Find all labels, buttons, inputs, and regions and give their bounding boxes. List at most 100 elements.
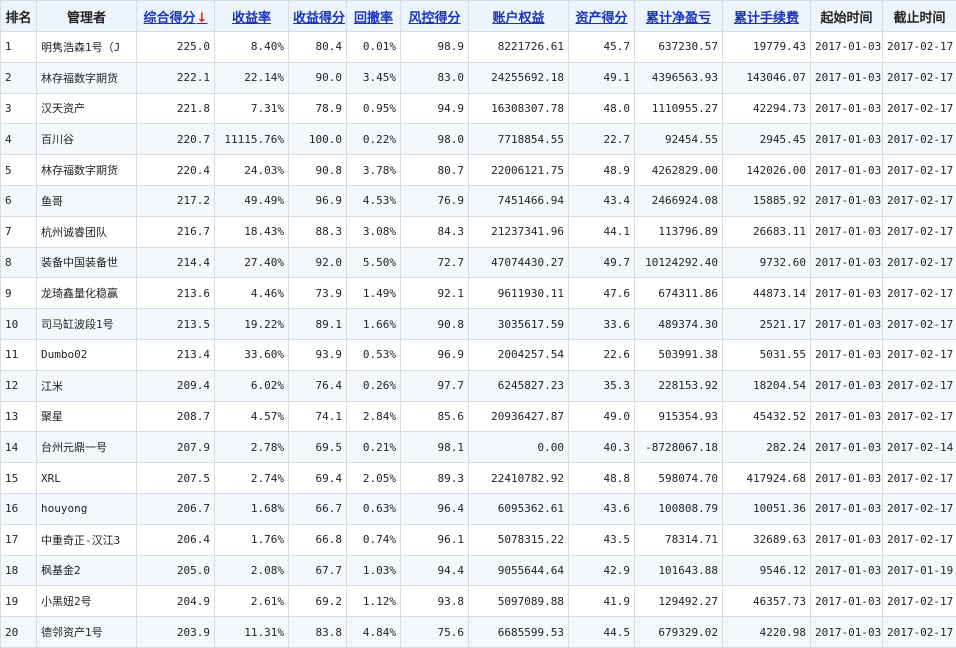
fees-cell: 44873.14: [723, 278, 811, 309]
net-profit-cell: 489374.30: [635, 309, 723, 340]
col-header-equity[interactable]: 账户权益: [469, 1, 569, 32]
end-date-cell: 2017-02-17: [883, 401, 956, 432]
drawdown-cell: 0.53%: [347, 339, 401, 370]
rank-cell: 14: [1, 432, 37, 463]
yield-score-cell: 78.9: [289, 93, 347, 124]
col-header-net-profit[interactable]: 累计净盈亏: [635, 1, 723, 32]
manager-cell: 鱼哥: [37, 185, 137, 216]
drawdown-cell: 0.21%: [347, 432, 401, 463]
table-row: 15XRL207.52.74%69.42.05%89.322410782.924…: [1, 463, 956, 494]
table-row: 3汉天资产221.87.31%78.90.95%94.916308307.784…: [1, 93, 956, 124]
asset-score-cell: 48.9: [569, 155, 635, 186]
end-date-cell: 2017-02-17: [883, 93, 956, 124]
fees-cell: 2945.45: [723, 124, 811, 155]
yield-cell: 1.76%: [215, 524, 289, 555]
col-header-asset-score[interactable]: 资产得分: [569, 1, 635, 32]
net-profit-cell: 100808.79: [635, 493, 723, 524]
net-profit-cell: 92454.55: [635, 124, 723, 155]
yield-cell: 2.08%: [215, 555, 289, 586]
total-score-cell: 206.4: [137, 524, 215, 555]
end-date-cell: 2017-02-17: [883, 278, 956, 309]
net-profit-cell: -8728067.18: [635, 432, 723, 463]
asset-score-cell: 42.9: [569, 555, 635, 586]
table-row: 2林存福数字期货222.122.14%90.03.45%83.024255692…: [1, 62, 956, 93]
equity-cell: 47074430.27: [469, 247, 569, 278]
fees-cell: 4220.98: [723, 617, 811, 648]
asset-score-cell: 48.8: [569, 463, 635, 494]
fees-cell: 19779.43: [723, 32, 811, 63]
drawdown-cell: 0.01%: [347, 32, 401, 63]
col-header-drawdown[interactable]: 回撤率: [347, 1, 401, 32]
manager-cell: 中重奇正-汉江3: [37, 524, 137, 555]
manager-cell: 汉天资产: [37, 93, 137, 124]
rank-cell: 13: [1, 401, 37, 432]
col-header-risk-score[interactable]: 风控得分: [401, 1, 469, 32]
manager-cell: 林存福数字期货: [37, 62, 137, 93]
equity-cell: 22006121.75: [469, 155, 569, 186]
rank-cell: 11: [1, 339, 37, 370]
drawdown-cell: 4.84%: [347, 617, 401, 648]
end-date-cell: 2017-02-17: [883, 463, 956, 494]
fees-cell: 45432.52: [723, 401, 811, 432]
equity-cell: 5097089.88: [469, 586, 569, 617]
risk-score-cell: 85.6: [401, 401, 469, 432]
risk-score-cell: 92.1: [401, 278, 469, 309]
net-profit-cell: 78314.71: [635, 524, 723, 555]
end-date-cell: 2017-02-17: [883, 155, 956, 186]
rank-cell: 19: [1, 586, 37, 617]
table-row: 19小黑妞2号204.92.61%69.21.12%93.85097089.88…: [1, 586, 956, 617]
table-row: 9龙琦鑫量化稳赢213.64.46%73.91.49%92.19611930.1…: [1, 278, 956, 309]
start-date-cell: 2017-01-03: [811, 32, 883, 63]
start-date-cell: 2017-01-03: [811, 555, 883, 586]
fees-cell: 282.24: [723, 432, 811, 463]
yield-cell: 2.61%: [215, 586, 289, 617]
asset-score-cell: 22.7: [569, 124, 635, 155]
yield-score-cell: 96.9: [289, 185, 347, 216]
start-date-cell: 2017-01-03: [811, 432, 883, 463]
risk-score-cell: 94.9: [401, 93, 469, 124]
yield-score-cell: 66.7: [289, 493, 347, 524]
table-row: 10司马缸波段1号213.519.22%89.11.66%90.83035617…: [1, 309, 956, 340]
table-row: 5林存福数字期货220.424.03%90.83.78%80.722006121…: [1, 155, 956, 186]
col-header-yield-score[interactable]: 收益得分: [289, 1, 347, 32]
yield-score-cell: 90.0: [289, 62, 347, 93]
end-date-cell: 2017-02-14: [883, 432, 956, 463]
drawdown-cell: 3.08%: [347, 216, 401, 247]
total-score-cell: 217.2: [137, 185, 215, 216]
rank-cell: 12: [1, 370, 37, 401]
col-header-yield[interactable]: 收益率: [215, 1, 289, 32]
table-row: 12江米209.46.02%76.40.26%97.76245827.2335.…: [1, 370, 956, 401]
rank-cell: 9: [1, 278, 37, 309]
yield-cell: 6.02%: [215, 370, 289, 401]
net-profit-cell: 503991.38: [635, 339, 723, 370]
rank-cell: 4: [1, 124, 37, 155]
start-date-cell: 2017-01-03: [811, 309, 883, 340]
yield-cell: 4.57%: [215, 401, 289, 432]
col-header-total-score-label: 综合得分: [144, 11, 196, 26]
start-date-cell: 2017-01-03: [811, 370, 883, 401]
asset-score-cell: 40.3: [569, 432, 635, 463]
rank-cell: 16: [1, 493, 37, 524]
equity-cell: 9611930.11: [469, 278, 569, 309]
col-header-fees[interactable]: 累计手续费: [723, 1, 811, 32]
table-row: 8装备中国装备世214.427.40%92.05.50%72.747074430…: [1, 247, 956, 278]
col-header-total-score[interactable]: 综合得分↓: [137, 1, 215, 32]
yield-score-cell: 73.9: [289, 278, 347, 309]
total-score-cell: 207.5: [137, 463, 215, 494]
manager-cell: 司马缸波段1号: [37, 309, 137, 340]
total-score-cell: 220.4: [137, 155, 215, 186]
fees-cell: 5031.55: [723, 339, 811, 370]
risk-score-cell: 97.7: [401, 370, 469, 401]
rank-cell: 17: [1, 524, 37, 555]
asset-score-cell: 44.1: [569, 216, 635, 247]
table-row: 6鱼哥217.249.49%96.94.53%76.97451466.9443.…: [1, 185, 956, 216]
equity-cell: 6245827.23: [469, 370, 569, 401]
fees-cell: 32689.63: [723, 524, 811, 555]
end-date-cell: 2017-02-17: [883, 309, 956, 340]
total-score-cell: 221.8: [137, 93, 215, 124]
net-profit-cell: 915354.93: [635, 401, 723, 432]
drawdown-cell: 2.05%: [347, 463, 401, 494]
rank-cell: 8: [1, 247, 37, 278]
arrow-down-icon: ↓: [197, 11, 208, 26]
asset-score-cell: 44.5: [569, 617, 635, 648]
